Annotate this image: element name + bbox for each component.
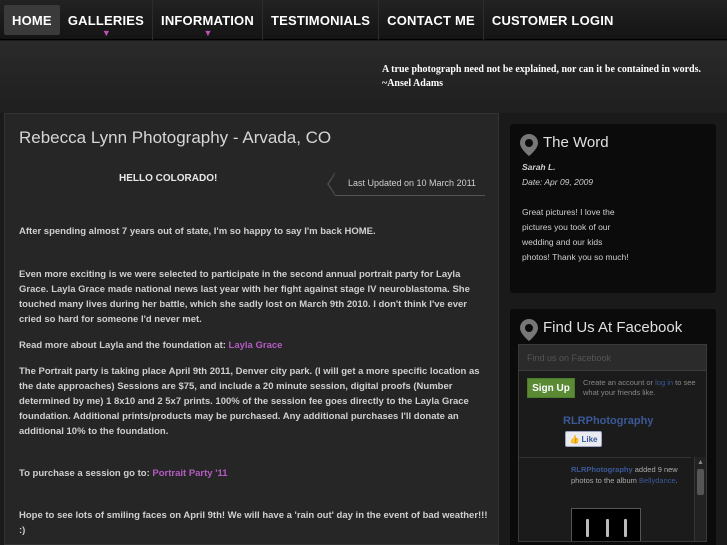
chevron-down-icon: ▼ [203,28,213,38]
arrow-left-icon [327,172,335,196]
facebook-signup-text: Create an account or log in to see what … [583,378,703,398]
nav-testimonials-label: TESTIMONIALS [270,12,371,28]
page-title: Rebecca Lynn Photography - Arvada, CO [19,128,332,147]
layla-grace-link[interactable]: Layla Grace [229,340,283,351]
paragraph-layla: Even more exciting is we were selected t… [19,269,470,325]
testimonial-widget: The Word Sarah L. Date: Apr 09, 2009 Gre… [510,124,716,293]
read-more-text: Read more about Layla and the foundation… [19,340,229,351]
paragraph-portrait-party: The Portrait party is taking place April… [19,366,480,437]
facebook-login-link[interactable]: log in [655,378,673,387]
map-pin-icon [520,319,538,341]
scroll-thumb[interactable] [697,469,704,495]
facebook-page-name[interactable]: RLRPhotography [563,415,653,427]
nav-galleries-label: GALLERIES [67,12,145,28]
facebook-post-photo[interactable] [571,508,641,541]
testimonial-author: Sarah L. [522,162,556,172]
nav-home[interactable]: HOME [4,5,60,35]
photo-figure [624,519,627,537]
signup-text-1: Create an account or [583,378,656,387]
nav-contact[interactable]: CONTACT ME [379,0,484,40]
photo-figure [586,519,589,537]
facebook-signup-button[interactable]: Sign Up [527,378,575,398]
nav-home-label: HOME [12,12,52,28]
purchase-text: To purchase a session go to: [19,468,153,479]
header-quote: A true photograph need not be explained,… [382,63,722,91]
map-pin-icon [520,134,538,156]
widget-title-the-word: The Word [543,134,609,151]
nav-galleries[interactable]: GALLERIES ▼ [60,0,154,40]
paragraph-closing: Hope to see lots of smiling faces on Apr… [19,510,488,536]
paragraph-intro: After spending almost 7 years out of sta… [19,226,376,237]
facebook-post-album[interactable]: Bellydance [639,476,676,485]
photo-figure [606,519,609,537]
facebook-like-button[interactable]: 👍 Like [565,431,602,447]
facebook-post-end: . [675,476,678,485]
facebook-divider [519,457,691,458]
last-updated-box: Last Updated on 10 March 2011 [327,172,485,196]
facebook-scrollbar[interactable]: ▲ [694,457,706,541]
nav-customer-login-label: CUSTOMER LOGIN [491,12,614,28]
facebook-widget: Find Us At Facebook Find us on Facebook … [510,309,716,545]
paragraph-purchase: To purchase a session go to: Portrait Pa… [19,466,489,481]
nav-testimonials[interactable]: TESTIMONIALS [263,0,380,40]
quote-author: ~Ansel Adams [382,78,444,89]
nav-information[interactable]: INFORMATION ▼ [153,0,263,40]
like-label: Like [581,434,598,444]
facebook-like-box: Find us on Facebook Sign Up Create an ac… [518,344,707,542]
last-updated: Last Updated on 10 March 2011 [348,178,476,188]
main-nav: HOME GALLERIES ▼ INFORMATION ▼ TESTIMONI… [0,0,727,40]
paragraph-read-more: Read more about Layla and the foundation… [19,338,489,353]
nav-contact-label: CONTACT ME [387,12,475,28]
facebook-header[interactable]: Find us on Facebook [519,345,706,371]
facebook-post-author[interactable]: RLRPhotography [571,465,633,474]
chevron-down-icon: ▼ [101,28,112,38]
widget-title-facebook: Find Us At Facebook [543,319,683,336]
main-content: Rebecca Lynn Photography - Arvada, CO HE… [4,113,499,545]
nav-information-label: INFORMATION [161,12,254,28]
nav-customer-login[interactable]: CUSTOMER LOGIN [484,0,622,40]
hello-heading: HELLO COLORADO! [119,173,218,184]
testimonial-text: Great pictures! I love the pictures you … [522,207,629,262]
thumbs-up-icon: 👍 [569,434,580,444]
testimonial-date: Date: Apr 09, 2009 [522,177,594,187]
facebook-post: RLRPhotography added 9 new photos to the… [571,464,686,486]
scroll-up-icon[interactable]: ▲ [697,459,704,466]
portrait-party-link[interactable]: Portrait Party '11 [152,468,227,479]
quote-text: A true photograph need not be explained,… [382,64,702,75]
